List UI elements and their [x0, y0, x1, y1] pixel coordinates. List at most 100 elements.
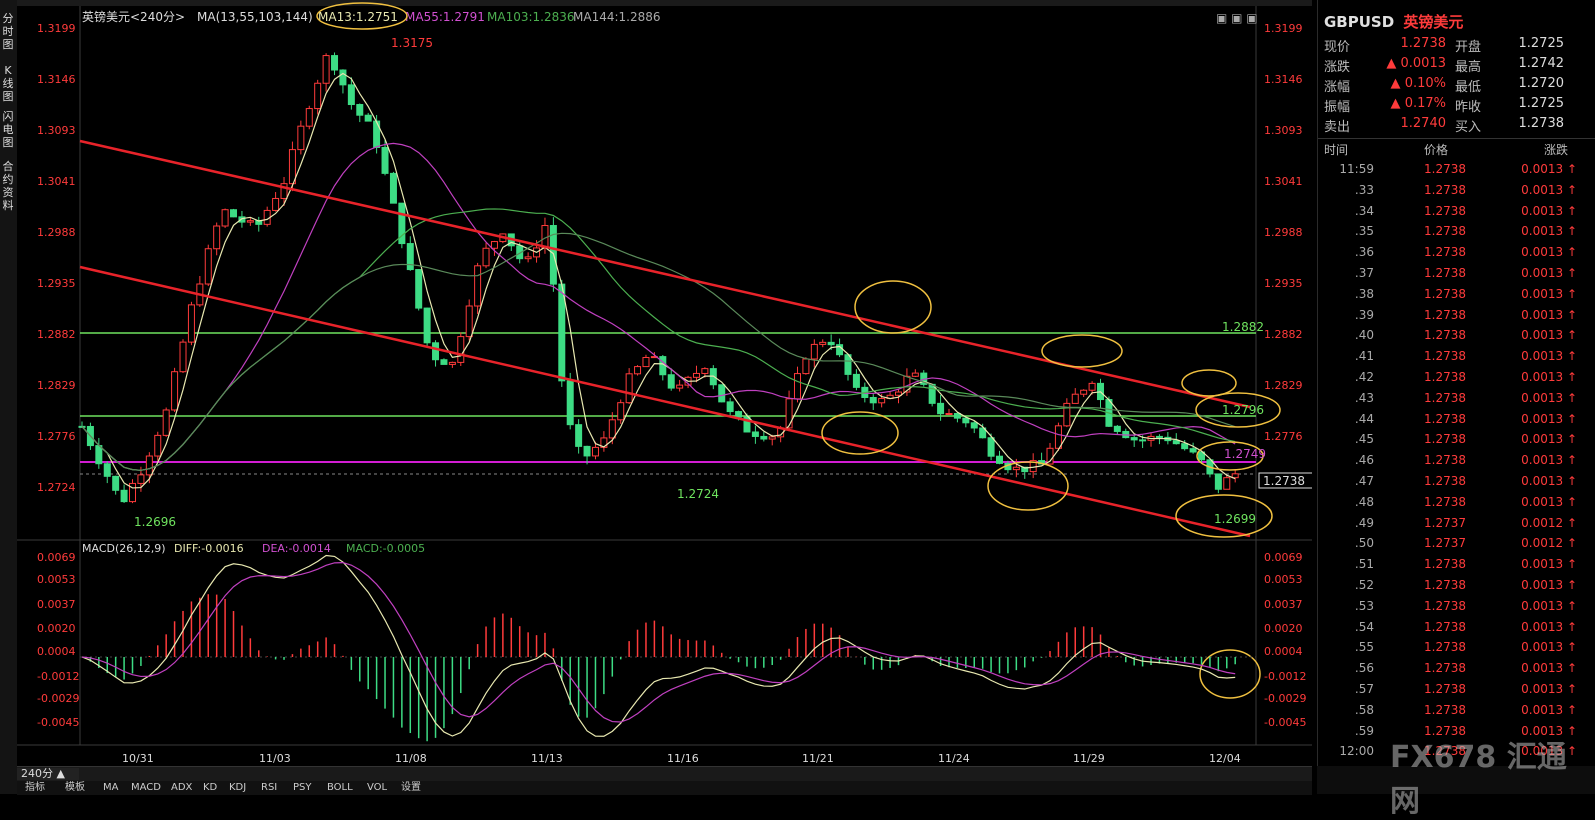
tick-row: .40 1.2738 0.0013 ↑: [1318, 328, 1595, 348]
svg-text:0.0020: 0.0020: [37, 622, 76, 635]
up-arrow-icon: ↑: [1563, 578, 1577, 592]
tick-row: 11:59 1.2738 0.0013 ↑: [1318, 162, 1595, 182]
candle-body: [1088, 382, 1096, 391]
up-arrow-icon: ↑: [1563, 286, 1577, 301]
quote-panel: GBPUSD 英镑美元 现价 1.2738 开盘 1.2725 涨跌 ▲ 0.0013 最高…: [1317, 0, 1595, 794]
tab-indicator[interactable]: 指标: [21, 781, 49, 795]
tab-rsi[interactable]: RSI: [257, 781, 281, 795]
candle-body: [95, 445, 103, 465]
tick-change: 0.0013 ↑: [1521, 162, 1577, 176]
svg-text:1.2776: 1.2776: [37, 430, 76, 443]
tick-row: .51 1.2738 0.0013 ↑: [1318, 557, 1595, 577]
quote-label: 振幅: [1324, 100, 1351, 115]
svg-text:1.3093: 1.3093: [1264, 124, 1303, 137]
svg-text:1.3146: 1.3146: [37, 73, 76, 86]
candle-body: [617, 402, 625, 421]
window-controls[interactable]: ▣ ▣ ▣: [1216, 11, 1258, 25]
low-label-mid: 1.2724: [677, 487, 719, 501]
candle-body: [1080, 389, 1088, 395]
candle-body: [751, 431, 759, 437]
svg-text:11/24: 11/24: [938, 752, 970, 765]
tab-macd[interactable]: MACD: [127, 781, 165, 795]
candle-body: [356, 104, 364, 116]
quote-value: 1.2738: [1518, 116, 1565, 131]
kline-chart[interactable]: 英镑美元 <240分> MA(13,55,103,144) MA13:1.275…: [0, 0, 1312, 766]
tab-psy[interactable]: PSY: [289, 781, 316, 795]
indicator-tabs: 指标 模板 MA MACD ADX KD KDJ RSI PSY BOLL VO…: [17, 781, 1312, 795]
quote-row: 振幅 ▲ 0.17% 昨收 1.2725: [1318, 96, 1595, 116]
svg-text:-0.0012: -0.0012: [37, 670, 79, 683]
tab-vol[interactable]: VOL: [363, 781, 391, 795]
tab-ma[interactable]: MA: [99, 781, 122, 795]
tab-adx[interactable]: ADX: [167, 781, 196, 795]
tick-row: .47 1.2738 0.0013 ↑: [1318, 474, 1595, 494]
svg-text:1.2935: 1.2935: [1264, 277, 1303, 290]
tick-price: 1.2738: [1424, 286, 1466, 301]
up-arrow-icon: ↑: [1563, 494, 1577, 509]
symbol: GBPUSD: [1324, 13, 1395, 31]
tick-change: 0.0013 ↑: [1521, 182, 1577, 197]
tab-settings[interactable]: 设置: [397, 781, 425, 795]
up-arrow-icon: ↑: [1563, 661, 1577, 676]
tick-change: 0.0013 ↑: [1521, 245, 1577, 260]
tab-template[interactable]: 模板: [61, 781, 89, 795]
tick-row: .53 1.2738 0.0013 ↑: [1318, 599, 1595, 619]
tab-kd[interactable]: KD: [199, 781, 221, 795]
tick-row: .50 1.2737 0.0012 ↑: [1318, 536, 1595, 556]
candle-body: [112, 475, 120, 491]
tick-change: 0.0013 ↑: [1521, 682, 1577, 696]
tab-boll[interactable]: BOLL: [323, 781, 357, 795]
tick-row: .57 1.2738 0.0013 ↑: [1318, 682, 1595, 702]
instrument-label: 英镑美元: [82, 9, 130, 24]
tick-time: .39: [1354, 307, 1374, 322]
quote-label: 现价: [1324, 40, 1351, 55]
tick-time: .50: [1354, 536, 1374, 551]
tab-kdj[interactable]: KDJ: [225, 781, 250, 795]
svg-text:0.0004: 0.0004: [1264, 645, 1303, 658]
tick-price: 1.2738: [1424, 370, 1466, 384]
up-arrow-icon: ↑: [1563, 557, 1577, 572]
tick-time: .35: [1354, 224, 1374, 239]
tick-time: .33: [1354, 182, 1374, 197]
low-label-right: 1.2699: [1214, 512, 1256, 526]
low-label-left: 1.2696: [134, 515, 176, 529]
candle-body: [642, 356, 650, 368]
candle-body: [608, 419, 616, 439]
svg-text:12/04: 12/04: [1209, 752, 1241, 765]
candle-body: [457, 336, 465, 363]
tick-time: .52: [1354, 578, 1374, 592]
quote-label: 买入: [1455, 120, 1482, 135]
tick-price: 1.2738: [1424, 640, 1466, 655]
up-arrow-icon: ▲: [1390, 76, 1401, 91]
candle-body: [1155, 435, 1163, 438]
candle-body: [718, 384, 726, 403]
macd-diff: DIFF:-0.0016: [174, 542, 244, 555]
tick-change: 0.0013 ↑: [1521, 411, 1577, 426]
period-selector[interactable]: 240分 ▲: [17, 768, 79, 780]
candle-body: [819, 341, 827, 345]
svg-text:0.0053: 0.0053: [37, 573, 76, 586]
tick-time: .48: [1354, 494, 1374, 509]
tick-row: .44 1.2738 0.0013 ↑: [1318, 412, 1595, 432]
tick-price: 1.2738: [1424, 557, 1466, 572]
svg-text:-0.0029: -0.0029: [1264, 692, 1306, 705]
candle-body: [970, 422, 978, 429]
tick-time: .57: [1354, 682, 1374, 696]
tick-change: 0.0013 ↑: [1521, 432, 1577, 447]
ma103-value: MA103:1.2836: [487, 10, 575, 24]
candle-body: [591, 446, 599, 457]
up-arrow-icon: ↑: [1563, 682, 1577, 696]
svg-text:1.2882: 1.2882: [1264, 328, 1303, 341]
candle-body: [389, 172, 397, 204]
tick-change: 0.0013 ↑: [1521, 349, 1577, 364]
quote-label: 最低: [1455, 80, 1482, 95]
up-arrow-icon: ↑: [1563, 619, 1577, 634]
tick-change: 0.0013 ↑: [1521, 598, 1577, 613]
tick-change: 0.0013 ↑: [1521, 390, 1577, 405]
candle-body: [1231, 473, 1239, 479]
svg-text:-0.0045: -0.0045: [1264, 716, 1306, 729]
candle-body: [213, 225, 221, 250]
quote-value: 1.2740: [1400, 116, 1447, 131]
svg-text:1.2935: 1.2935: [37, 277, 76, 290]
macd-value: MACD:-0.0005: [346, 542, 425, 555]
